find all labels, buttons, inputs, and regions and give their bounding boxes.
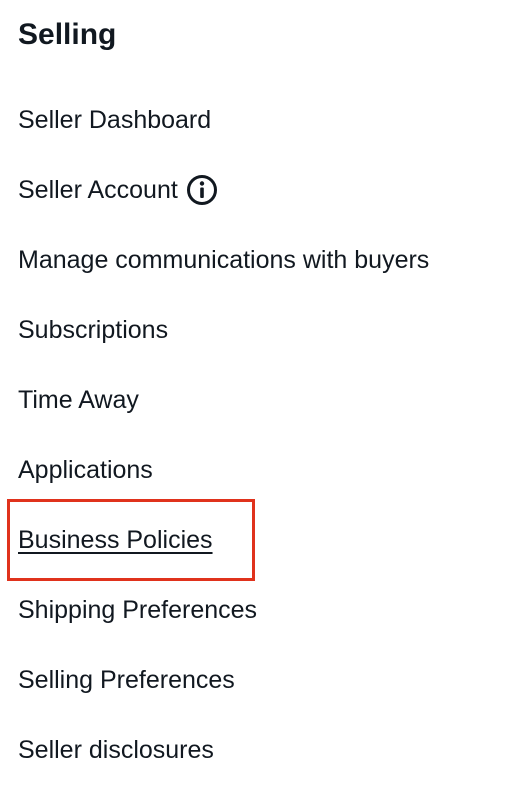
seller-disclosures-link[interactable]: Seller disclosures [18,734,214,766]
menu-item-seller-disclosures: Seller disclosures [0,715,518,785]
info-icon[interactable] [186,174,218,206]
time-away-link[interactable]: Time Away [18,384,139,416]
menu-item-seller-account: Seller Account [0,155,518,225]
section-title: Selling [18,18,117,51]
subscriptions-link[interactable]: Subscriptions [18,314,168,346]
menu-item-applications: Applications [0,435,518,505]
applications-link[interactable]: Applications [18,454,153,486]
seller-dashboard-link[interactable]: Seller Dashboard [18,104,211,136]
menu-item-time-away: Time Away [0,365,518,435]
selling-menu: Seller Dashboard Seller Account Manage c… [0,85,518,785]
selling-preferences-link[interactable]: Selling Preferences [18,664,235,696]
menu-item-selling-preferences: Selling Preferences [0,645,518,715]
menu-item-shipping-preferences: Shipping Preferences [0,575,518,645]
menu-item-subscriptions: Subscriptions [0,295,518,365]
business-policies-link[interactable]: Business Policies [18,524,213,556]
menu-item-business-policies: Business Policies [0,505,518,575]
menu-item-manage-communications: Manage communications with buyers [0,225,518,295]
shipping-preferences-link[interactable]: Shipping Preferences [18,594,257,626]
menu-item-seller-dashboard: Seller Dashboard [0,85,518,155]
manage-communications-link[interactable]: Manage communications with buyers [18,244,429,276]
seller-account-link[interactable]: Seller Account [18,174,178,206]
